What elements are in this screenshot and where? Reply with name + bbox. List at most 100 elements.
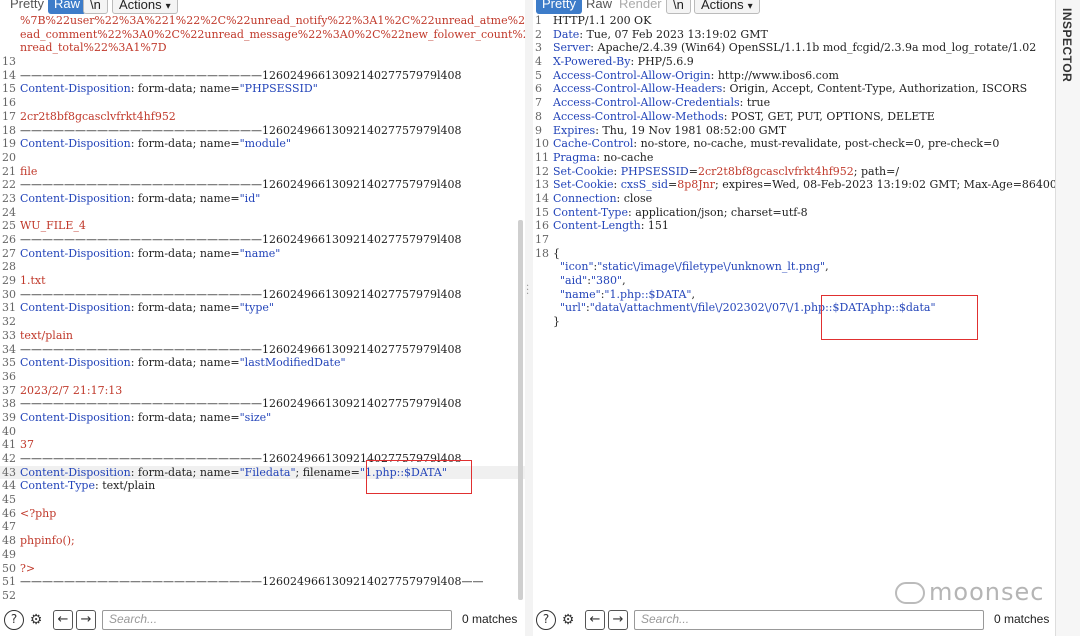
line-number: 25 — [2, 219, 16, 233]
line-content: { — [553, 247, 560, 260]
code-line: nread_total%22%3A1%7D — [0, 41, 525, 55]
request-newline-toggle[interactable]: \n — [83, 0, 108, 14]
request-pretty-tab[interactable]: Pretty — [4, 0, 50, 14]
back-arrow-icon[interactable]: ← — [585, 610, 605, 630]
token-v2: = — [668, 178, 678, 192]
token-t: 2023/2/7 21:17:13 — [20, 383, 123, 397]
line-number: 9 — [535, 123, 542, 137]
token-t: HTTP/1.1 200 OK — [553, 14, 652, 27]
line-content: <?php — [20, 507, 56, 520]
inspector-panel[interactable]: INSPECTOR — [1055, 0, 1080, 636]
token-t: ——————————————————————126024966130921402… — [20, 397, 462, 411]
code-line: 17 — [533, 233, 1055, 247]
token-k: "name" — [553, 287, 601, 301]
help-icon[interactable]: ? — [4, 610, 24, 630]
back-arrow-icon[interactable]: ← — [53, 610, 73, 630]
forward-arrow-icon[interactable]: → — [608, 610, 628, 630]
token-v: : Thu, 19 Nov 1981 08:52:00 GMT — [595, 123, 787, 137]
line-number: 18 — [2, 123, 16, 137]
code-line: "aid":"380", — [533, 274, 1055, 288]
token-t: %7B%22user%22%3A%221%22%2C%22unread_noti… — [20, 14, 525, 27]
code-line: 8 Access-Control-Allow-Methods: POST, GET… — [533, 110, 1055, 124]
token-v3: ; expires=Wed, 08-Feb-2023 13:19:02 GMT;… — [715, 178, 1055, 192]
line-number: 13 — [2, 55, 16, 69]
token-v2: , — [622, 274, 626, 288]
line-content: Content-Length: 151 — [553, 219, 669, 232]
line-number: 14 — [2, 68, 16, 82]
code-line: 12 Set-Cookie: PHPSESSID=2cr2t8bf8gcasclv… — [533, 165, 1055, 179]
line-content: ——————————————————————126024966130921402… — [20, 397, 461, 410]
chevron-down-icon: ▾ — [747, 1, 753, 12]
line-number: 52 — [2, 588, 16, 602]
line-content: ——————————————————————126024966130921402… — [20, 178, 461, 191]
line-content: %7B%22user%22%3A%221%22%2C%22unread_noti… — [20, 14, 525, 27]
response-pretty-tab[interactable]: Pretty — [536, 0, 582, 14]
token-k: Expires — [553, 123, 596, 137]
request-raw-tab[interactable]: Raw — [48, 0, 87, 14]
token-v: : application/json; charset=utf-8 — [628, 205, 808, 219]
line-content: Content-Disposition: form-data; name="la… — [20, 356, 346, 369]
line-number: 18 — [535, 246, 549, 260]
line-content: Date: Tue, 07 Feb 2023 13:19:02 GMT — [553, 28, 768, 41]
code-line: 22 ——————————————————————1260249661309214… — [0, 178, 525, 192]
token-k: "icon" — [553, 260, 594, 274]
line-content: ead_comment%22%3A0%2C%22unread_message%2… — [20, 28, 525, 41]
request-actions-label: Actions — [119, 0, 162, 12]
token-t: ——————————————————————126024966130921402… — [20, 287, 462, 301]
token-q: "Filedata" — [239, 465, 296, 479]
line-content: Content-Type: text/plain — [20, 479, 155, 492]
response-newline-toggle[interactable]: \n — [666, 0, 691, 14]
token-v: : Apache/2.4.39 (Win64) OpenSSL/1.1.1b m… — [590, 41, 1037, 55]
code-line: ead_comment%22%3A0%2C%22unread_message%2… — [0, 28, 525, 42]
line-content: text/plain — [20, 329, 73, 342]
line-content: Content-Disposition: form-data; name="mo… — [20, 137, 291, 150]
token-t: 37 — [20, 438, 34, 452]
token-q: "id" — [239, 191, 261, 205]
line-number: 17 — [535, 233, 549, 246]
forward-arrow-icon[interactable]: → — [76, 610, 96, 630]
line-number: 40 — [2, 424, 16, 438]
line-number: 36 — [2, 369, 16, 383]
code-line: 47 — [0, 520, 525, 534]
request-match-count: 0 matches — [462, 612, 518, 626]
code-line: 40 — [0, 425, 525, 439]
line-number: 32 — [2, 315, 16, 329]
line-number: 24 — [2, 205, 16, 219]
token-k: Content-Disposition — [20, 246, 131, 260]
code-line: 33 text/plain — [0, 329, 525, 343]
code-line: 46 <?php — [0, 507, 525, 521]
line-number: 2 — [535, 27, 542, 41]
token-t: ?> — [20, 561, 36, 575]
token-v: : http://www.ibos6.com — [710, 68, 839, 82]
line-number: 47 — [2, 520, 16, 534]
code-line: 14 Connection: close — [533, 192, 1055, 206]
token-k: Content-Disposition — [20, 465, 131, 479]
line-number: 37 — [2, 383, 16, 397]
token-q: "PHPSESSID" — [239, 82, 318, 96]
token-t: 1.txt — [20, 274, 46, 288]
line-content: X-Powered-By: PHP/5.6.9 — [553, 55, 694, 68]
highlight-box — [821, 295, 978, 340]
request-scrollbar[interactable] — [518, 220, 523, 600]
request-search-input[interactable]: Search... — [102, 610, 452, 630]
pane-splitter[interactable]: · · · — [525, 0, 533, 636]
line-number: 34 — [2, 342, 16, 356]
response-search-input[interactable]: Search... — [634, 610, 984, 630]
request-editor[interactable]: %7B%22user%22%3A%221%22%2C%22unread_noti… — [0, 14, 525, 604]
code-line: 3 Server: Apache/2.4.39 (Win64) OpenSSL/1… — [533, 41, 1055, 55]
line-number: 35 — [2, 356, 16, 370]
line-number: 43 — [2, 465, 16, 479]
token-t: ——————————————————————126024966130921402… — [20, 123, 462, 137]
line-content: Connection: close — [553, 192, 652, 205]
token-k: Access-Control-Allow-Methods — [553, 109, 724, 123]
gear-icon[interactable]: ⚙ — [558, 610, 578, 630]
response-actions-button[interactable]: Actions ▾ — [694, 0, 760, 14]
response-render-tab[interactable]: Render — [613, 0, 668, 14]
code-line: 1 HTTP/1.1 200 OK — [533, 14, 1055, 28]
token-t: ——————————————————————126024966130921402… — [20, 342, 462, 356]
line-content: 2cr2t8bf8gcasclvfrkt4hf952 — [20, 110, 176, 123]
request-actions-button[interactable]: Actions ▾ — [112, 0, 178, 14]
gear-icon[interactable]: ⚙ — [26, 610, 46, 630]
help-icon[interactable]: ? — [536, 610, 556, 630]
code-line: 18 { — [533, 247, 1055, 261]
